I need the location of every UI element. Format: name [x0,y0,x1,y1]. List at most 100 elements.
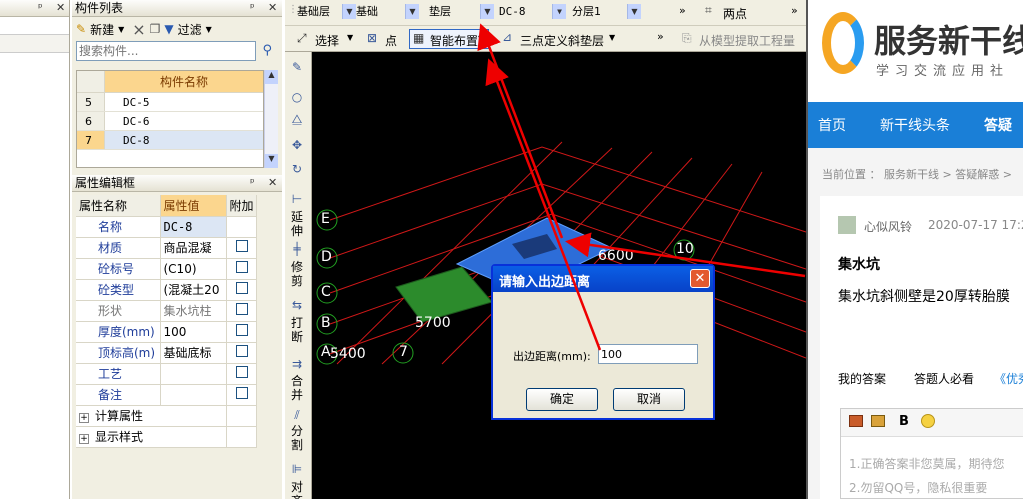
extra-checkbox[interactable] [235,387,248,399]
align-button[interactable]: 对齐 [289,480,305,499]
property-row[interactable]: 形状 集水坑柱 [76,300,257,322]
floor-select[interactable]: 基础层 ▼ [294,4,356,21]
search-icon[interactable]: ⚲ [262,43,272,58]
pin-icon[interactable]: ᵖ [38,0,43,16]
new-button[interactable]: 新建 [90,21,114,38]
layer-select[interactable]: 分层1 ▼ [569,4,641,21]
dialog-close-icon[interactable]: ✕ [690,269,710,288]
close-icon[interactable]: ✕ [56,0,65,16]
table-row[interactable]: 7 DC-8 [77,131,263,150]
point-button[interactable]: 点 [385,32,397,49]
table-row[interactable]: 5 DC-5 [77,93,263,112]
extra-checkbox[interactable] [235,324,248,336]
breadcrumb-section[interactable]: 答疑解惑 [955,168,999,181]
extra-checkbox[interactable] [235,345,248,357]
tab-my-answer[interactable]: 我的答案 [838,370,886,387]
property-row[interactable]: 材质 商品混凝 [76,237,257,259]
property-value[interactable] [160,363,227,385]
property-group-row[interactable]: + 计算属性 [76,405,257,427]
property-value[interactable]: (C10) [160,258,227,280]
property-value[interactable] [160,384,227,406]
search-input[interactable] [76,41,256,61]
two-point-button[interactable]: 两点 [723,5,747,22]
split-icon[interactable]: ⫽ [289,408,305,422]
image-icon[interactable] [849,415,863,427]
rotate-icon[interactable]: ↻ [289,162,305,176]
smart-layout-button[interactable]: ▦ 智能布置 ▼ [409,29,489,49]
table-row[interactable]: 6 DC-6 [77,112,263,131]
merge-icon[interactable]: ⇉ [289,357,305,371]
extra-checkbox[interactable] [235,261,248,273]
nav-headlines[interactable]: 新干线头条 [880,115,950,135]
smart-layout-dropdown-icon[interactable]: ▼ [478,34,484,43]
property-value[interactable]: (混凝土20 [160,279,227,301]
property-row[interactable]: 备注 [76,384,257,406]
nav-qa[interactable]: 答疑 [984,115,1012,135]
emoji-icon[interactable] [921,414,935,428]
move-icon[interactable]: ✥ [289,138,305,152]
mirror-icon[interactable]: ⧋ [289,112,305,126]
select-dropdown-icon[interactable]: ▼ [347,33,353,42]
distance-input[interactable] [598,344,698,364]
three-point-slope-button[interactable]: 三点定义斜垫层 [520,32,604,49]
column-header-name[interactable]: 构件名称 [105,71,263,92]
circle-icon[interactable]: ○ [289,90,305,104]
property-value[interactable]: 商品混凝 [160,237,227,259]
bold-icon[interactable]: B [899,414,909,429]
extend-icon[interactable]: ⊢ [289,192,305,206]
filter-dropdown-icon[interactable]: ▼ [206,25,212,34]
close-icon[interactable]: ✕ [268,175,277,191]
select-button[interactable]: 选择 [315,32,339,49]
split-button[interactable]: 分割 [289,424,305,452]
breadcrumb-site[interactable]: 服务新干线 [884,168,939,181]
property-row[interactable]: 顶标高(m) 基础底标 [76,342,257,364]
property-row[interactable]: 名称 DC-8 [76,216,257,238]
trim-icon[interactable]: ╪ [289,242,305,256]
property-row[interactable]: 砼标号 (C10) [76,258,257,280]
pin-icon[interactable]: ᵖ [250,175,255,191]
filter-button[interactable]: 过滤 [178,21,202,38]
extra-checkbox[interactable] [235,240,248,252]
answer-editor[interactable]: B 1.正确答案非您莫属，期待您 2.勿留QQ号，隐私很重要 [840,408,1023,499]
property-row[interactable]: 工艺 [76,363,257,385]
property-row[interactable]: 厚度(mm) 100 [76,321,257,343]
type-select[interactable]: 垫层 ▼ [426,4,494,21]
property-value[interactable]: 基础底标 [160,342,227,364]
align-icon[interactable]: ⊫ [289,462,305,476]
nav-home[interactable]: 首页 [818,115,846,135]
expand-icon[interactable]: + [79,413,89,423]
property-group-row[interactable]: + 显示样式 [76,426,257,448]
cancel-button[interactable]: 取消 [613,388,685,411]
media-icon[interactable] [871,415,885,427]
copy-icon[interactable]: ❐ [150,22,161,36]
dropdown-arrow-icon[interactable]: ▼ [480,4,494,19]
category-select[interactable]: 基础 ▼ [353,4,419,21]
ok-button[interactable]: 确定 [526,388,598,411]
scroll-down-icon[interactable]: ▼ [265,154,278,168]
delete-icon[interactable]: × [132,20,145,39]
pencil-icon[interactable]: ✎ [289,60,305,74]
pin-icon[interactable]: ᵖ [250,0,255,16]
table-scrollbar[interactable]: ▲ ▼ [264,70,278,168]
new-dropdown-icon[interactable]: ▼ [118,25,124,34]
tab-must-read[interactable]: 答题人必看 [914,370,974,387]
extend-button[interactable]: 延伸 [289,210,305,238]
overflow-chevron-icon[interactable]: » [679,4,686,17]
property-value[interactable]: 100 [160,321,227,343]
break-button[interactable]: 打断 [289,316,305,344]
trim-button[interactable]: 修剪 [289,260,305,288]
break-icon[interactable]: ⇆ [289,298,305,312]
dropdown-arrow-icon[interactable]: ▼ [552,4,566,19]
property-value[interactable]: 集水坑柱 [160,300,227,322]
merge-button[interactable]: 合并 [289,374,305,402]
property-row[interactable]: 砼类型 (混凝土20 [76,279,257,301]
tab-excellent[interactable]: 《优秀 [994,370,1023,387]
author-name[interactable]: 心似风铃 [864,218,912,235]
dropdown-arrow-icon[interactable]: ▼ [405,4,419,19]
close-icon[interactable]: ✕ [268,0,277,16]
overflow-chevron-icon[interactable]: » [791,4,798,17]
extra-checkbox[interactable] [235,366,248,378]
property-value[interactable]: DC-8 [160,216,227,238]
overflow-chevron-icon[interactable]: » [657,30,664,43]
extra-checkbox[interactable] [235,303,248,315]
